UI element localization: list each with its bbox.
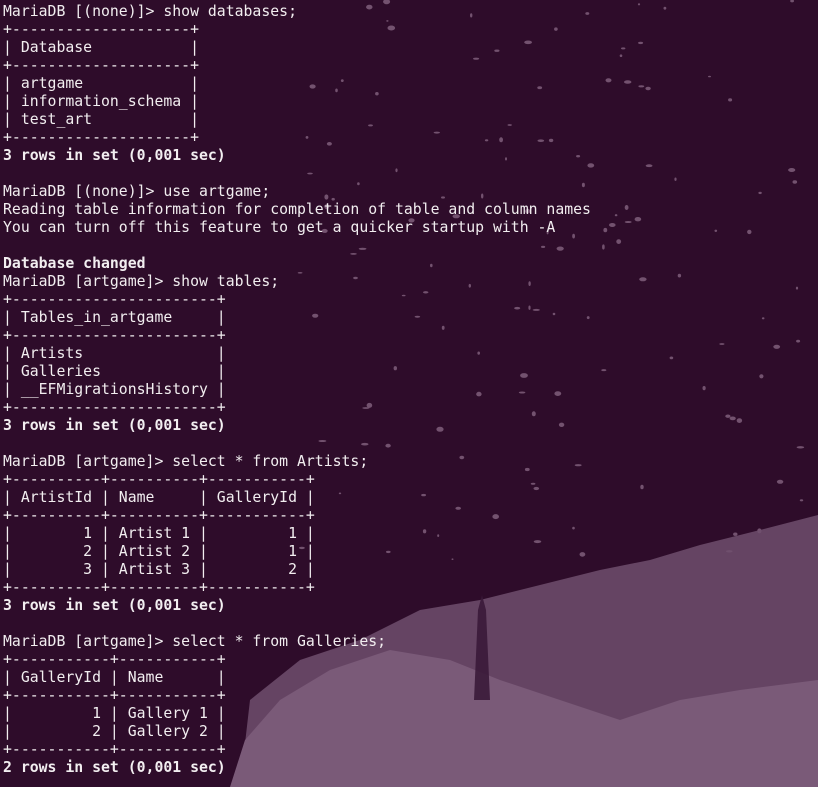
terminal-line: +-----------+-----------+: [3, 651, 226, 668]
terminal-line: | GalleryId | Name |: [3, 669, 226, 686]
terminal-line: +-----------------------+: [3, 399, 226, 416]
terminal-window[interactable]: MariaDB [(none)]> show databases; +------…: [0, 0, 818, 787]
terminal-line: +-----------+-----------+: [3, 741, 226, 758]
terminal-line: +----------+----------+-----------+: [3, 579, 315, 596]
terminal-line: | 1 | Artist 1 | 1 |: [3, 525, 315, 542]
terminal-line: 3 rows in set (0,001 sec): [3, 147, 226, 164]
terminal-line: | test_art |: [3, 111, 199, 128]
terminal-line: +-----------------------+: [3, 327, 226, 344]
terminal-line: +--------------------+: [3, 21, 199, 38]
terminal-line: MariaDB [(none)]> show databases;: [3, 3, 297, 20]
terminal-line: +-----------------------+: [3, 291, 226, 308]
terminal-line: Database changed: [3, 255, 146, 272]
terminal-line: | Tables_in_artgame |: [3, 309, 226, 326]
terminal-line: | Artists |: [3, 345, 226, 362]
terminal-line: | artgame |: [3, 75, 199, 92]
terminal-line: +-----------+-----------+: [3, 687, 226, 704]
terminal-line: | 3 | Artist 3 | 2 |: [3, 561, 315, 578]
terminal-line: +----------+----------+-----------+: [3, 507, 315, 524]
terminal-line: | 2 | Artist 2 | 1 |: [3, 543, 315, 560]
terminal-line: | information_schema |: [3, 93, 199, 110]
terminal-line: 3 rows in set (0,001 sec): [3, 597, 226, 614]
terminal-line: | ArtistId | Name | GalleryId |: [3, 489, 315, 506]
terminal-line: | 2 | Gallery 2 |: [3, 723, 226, 740]
terminal-line: MariaDB [artgame]> show tables;: [3, 273, 280, 290]
terminal-line: +--------------------+: [3, 129, 199, 146]
terminal-line: 3 rows in set (0,001 sec): [3, 417, 226, 434]
terminal-line: | Database |: [3, 39, 199, 56]
terminal-line: 2 rows in set (0,001 sec): [3, 759, 226, 776]
terminal-line: | __EFMigrationsHistory |: [3, 381, 226, 398]
terminal-output: MariaDB [(none)]> show databases; +------…: [3, 3, 818, 777]
terminal-line: Reading table information for completion…: [3, 201, 591, 218]
terminal-line: +----------+----------+-----------+: [3, 471, 315, 488]
terminal-line: MariaDB [artgame]> select * from Galleri…: [3, 633, 387, 650]
terminal-line: | 1 | Gallery 1 |: [3, 705, 226, 722]
terminal-line: You can turn off this feature to get a q…: [3, 219, 556, 236]
terminal-line: MariaDB [(none)]> use artgame;: [3, 183, 271, 200]
terminal-line: | Galleries |: [3, 363, 226, 380]
terminal-line: MariaDB [artgame]> select * from Artists…: [3, 453, 369, 470]
terminal-line: +--------------------+: [3, 57, 199, 74]
